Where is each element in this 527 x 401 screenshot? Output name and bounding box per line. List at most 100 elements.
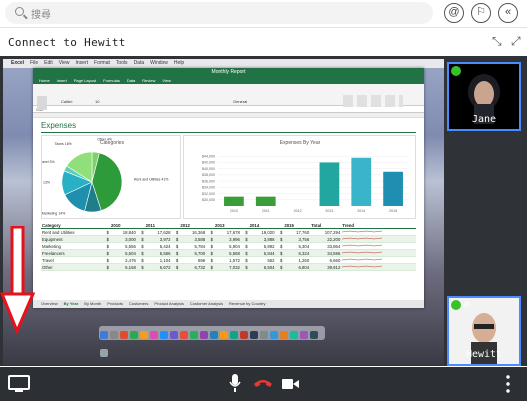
sparkline [342, 251, 383, 254]
mention-icon[interactable]: @ [444, 3, 464, 23]
audio-active-icon [451, 66, 461, 76]
mac-dock [99, 326, 325, 357]
table-cell: $ [240, 235, 249, 243]
minimize-icon[interactable]: ⤡ [492, 34, 502, 49]
flag-icon[interactable]: ⚐ [471, 3, 491, 23]
video-camera-icon [282, 379, 299, 389]
table-cell: 7,032 [213, 263, 241, 271]
sparkline-cell [341, 256, 416, 264]
table-cell: 5,568 [213, 249, 241, 257]
table-cell: 19,020 [248, 228, 276, 236]
table-cell: $ [275, 249, 284, 257]
table-cell: $ [102, 242, 110, 250]
sheet-tab: By Month [84, 301, 102, 306]
table-cell: $ [206, 263, 214, 271]
pie-slice-label: Rent and Utilities 41% [134, 178, 168, 182]
pie-slice-label: Marketing 14% [42, 211, 65, 215]
table-cell: 5,304 [283, 242, 311, 250]
mac-menu-item: Data [133, 60, 145, 66]
table-cell: 18,840 [109, 228, 137, 236]
mac-menu-item: Excel [11, 60, 25, 66]
table-cell: $ [102, 235, 110, 243]
participant-tile-jane[interactable]: Jane [447, 62, 521, 131]
table-cell: $ [275, 228, 284, 236]
table-cell: 6,732 [179, 263, 207, 271]
sheet-tab: Customer Analysis [189, 301, 224, 306]
table-cell: 3,972 [144, 235, 172, 243]
sheet-tab: Customers [128, 301, 149, 306]
collapse-icon[interactable]: « [498, 3, 518, 23]
ribbon-tabs: Home Insert Page Layout Formulas Data Review V… [33, 77, 424, 84]
y-tick-label: $34,000 [202, 186, 215, 190]
dock-app-icon [280, 331, 288, 339]
participant-tile-hewitt[interactable]: ⊘ Hewitt [447, 296, 521, 366]
sparkline-cell [341, 235, 416, 243]
pie-slice-label: Freelancers 13% [42, 180, 50, 184]
table-cell: $ [102, 249, 110, 257]
dock-app-icon [100, 349, 108, 357]
sparkline [342, 244, 383, 247]
mac-menu-item: Insert [75, 60, 89, 66]
table-cell: 5,784 [179, 242, 207, 250]
sparkline-cell [341, 263, 416, 271]
table-cell: $ [171, 249, 180, 257]
sparkline [342, 258, 383, 261]
table-cell: 5,892 [248, 242, 276, 250]
mac-menu-bar: Excel File Edit View Insert Format Tools Data Wi… [3, 59, 444, 68]
call-controls [0, 367, 527, 401]
formula-bar: C32 [33, 106, 424, 113]
table-cell: Marketing [41, 242, 103, 250]
sparkline-cell [341, 228, 416, 236]
heading-underline [41, 132, 416, 133]
worksheet: Expenses Categories Other 4% Rent and Uti… [24, 118, 424, 300]
search-input[interactable]: 搜尋 [5, 2, 433, 24]
screen-share-button[interactable] [7, 371, 31, 395]
dock-app-icon [240, 331, 248, 339]
popout-icon[interactable]: ⤢ [511, 34, 521, 49]
y-tick-label: $42,000 [202, 161, 215, 165]
dock-app-icon [290, 331, 298, 339]
camera-button[interactable] [282, 377, 300, 395]
microphone-button[interactable] [228, 373, 242, 400]
y-tick-label: $38,000 [202, 173, 215, 177]
table-row: Rent and Utilities $18,840 $17,628 $16,368 $… [41, 228, 416, 236]
more-options-button[interactable] [505, 374, 511, 399]
table-row: Marketing $5,556 $5,424 $5,784 $5,904 $5,892 $… [41, 242, 416, 250]
x-tick-label: 2011 [262, 209, 270, 213]
table-cell: $ [102, 228, 110, 236]
x-tick-label: 2013 [325, 209, 333, 213]
hang-up-button[interactable] [252, 376, 274, 395]
dock-app-icon [130, 331, 138, 339]
table-cell: 34,596 [310, 249, 342, 257]
sparkline-cell [341, 249, 416, 257]
dock-app-icon [200, 331, 208, 339]
sheet-tab: Overview [41, 301, 58, 306]
table-cell: Travel [41, 256, 103, 264]
dock-app-icon [110, 331, 118, 339]
y-tick-label: $30,000 [202, 198, 215, 202]
dock-app-icon [250, 331, 258, 339]
sparkline-cell [341, 242, 416, 250]
shared-screen: Excel File Edit View Insert Format Tools Data Wi… [3, 59, 444, 365]
table-cell: 1,260 [283, 256, 311, 264]
bar-chart-title: Expenses By Year [280, 140, 321, 146]
dock-app-icon [270, 331, 278, 339]
table-cell: 5,844 [248, 249, 276, 257]
table-cell: $ [240, 263, 249, 271]
table-row: Equipment $3,000 $3,972 $3,588 $3,996 $3,888 $… [41, 235, 416, 243]
ribbon-tab: View [162, 78, 172, 83]
table-cell: 17,760 [283, 228, 311, 236]
pie-slice-label: Taxes 16% [55, 142, 72, 146]
sparkline [342, 230, 383, 233]
font-size: 10 [95, 99, 100, 104]
table-cell: $ [206, 242, 214, 250]
dock-app-icon [160, 331, 168, 339]
table-cell: $ [240, 228, 249, 236]
dock-app-icon [230, 331, 238, 339]
table-cell: 33,864 [310, 242, 342, 250]
table-cell: $ [136, 263, 145, 271]
table-cell: $ [240, 256, 249, 264]
table-cell: Rent and Utilities [41, 228, 103, 236]
bar [255, 196, 276, 206]
table-cell: 6,324 [283, 249, 311, 257]
